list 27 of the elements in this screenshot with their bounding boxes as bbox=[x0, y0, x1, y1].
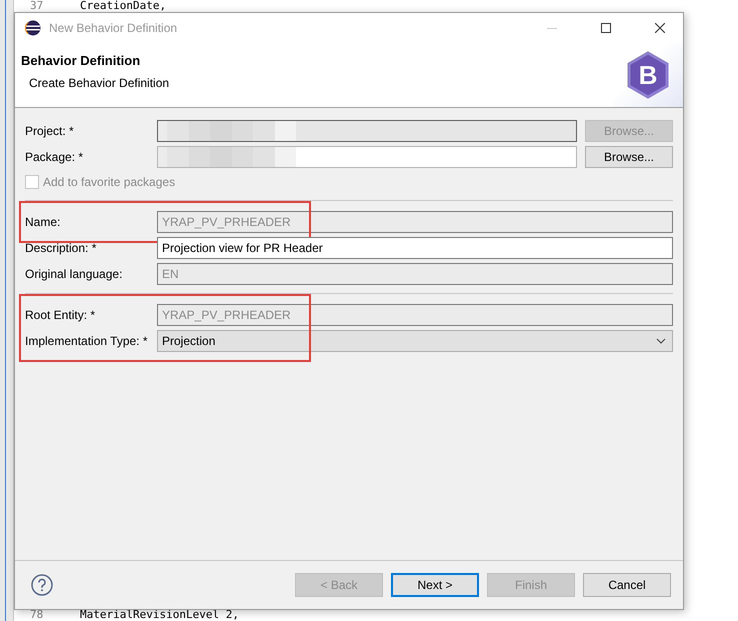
dialog-button[interactable]: Cancel bbox=[583, 573, 671, 597]
input-field[interactable]: Projection view for PR Header bbox=[157, 237, 673, 259]
line-number: 78 bbox=[30, 609, 44, 621]
field-label: Name: bbox=[25, 215, 62, 229]
window-title: New Behavior Definition bbox=[49, 21, 178, 35]
help-icon[interactable] bbox=[31, 574, 53, 596]
field-label: Description: * bbox=[25, 241, 98, 255]
field-label: Root Entity: * bbox=[25, 308, 96, 322]
close-icon[interactable] bbox=[655, 23, 665, 33]
input-field[interactable] bbox=[157, 146, 577, 168]
hexagon-logo: B bbox=[626, 51, 670, 99]
code-line: MaterialRevisionLevel 2, bbox=[80, 609, 239, 621]
code-line: CreationDate, bbox=[80, 0, 166, 12]
field-label: Original language: bbox=[25, 267, 124, 281]
checkbox-label: Add to favorite packages bbox=[43, 175, 176, 189]
chevron-down-icon bbox=[656, 338, 666, 344]
line-number: 37 bbox=[30, 0, 44, 12]
field-label: Implementation Type: * bbox=[25, 334, 149, 348]
page-title: Behavior Definition bbox=[21, 53, 142, 68]
maximize-icon[interactable] bbox=[601, 23, 611, 33]
dropdown[interactable]: Projection bbox=[157, 330, 673, 352]
field-label: Package: * bbox=[25, 150, 84, 164]
dialog-button[interactable]: Next > bbox=[391, 573, 479, 597]
page-subtitle: Create Behavior Definition bbox=[28, 76, 170, 90]
app-icon bbox=[25, 20, 41, 36]
browse-button[interactable]: Browse... bbox=[585, 146, 673, 168]
field-label: Project: * bbox=[25, 124, 75, 138]
